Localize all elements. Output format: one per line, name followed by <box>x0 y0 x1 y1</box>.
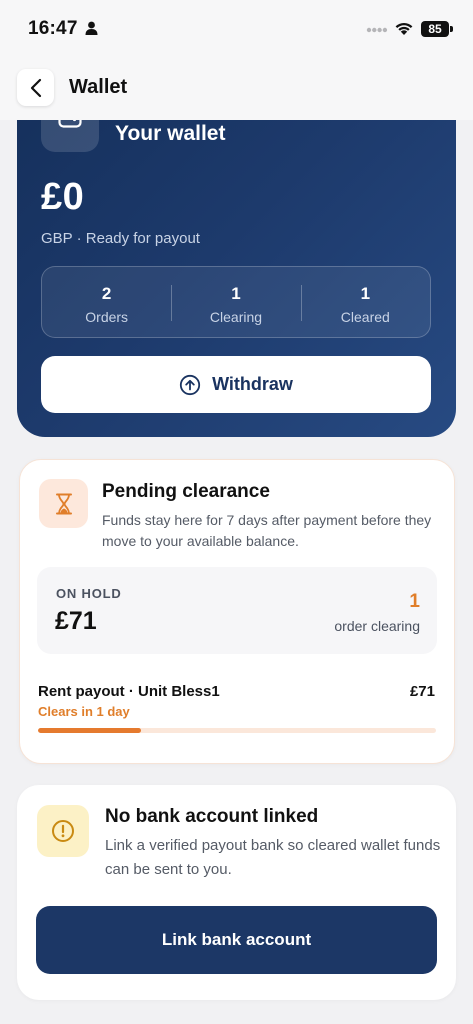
stat-label: Cleared <box>340 309 390 325</box>
wallet-card: Your wallet £0 GBP · Ready for payout 2 … <box>17 100 456 437</box>
wifi-icon <box>395 22 413 35</box>
stat-orders: 2 Orders <box>42 267 171 337</box>
signal-dots-icon <box>366 27 388 33</box>
warning-circle-icon <box>37 805 89 857</box>
payout-progress-fill <box>38 728 142 733</box>
payout-name: Rent payout · Unit Bless1 <box>38 683 220 700</box>
wallet-balance-subtitle: GBP · Ready for payout <box>41 230 200 247</box>
stat-label: Orders <box>85 309 129 325</box>
orders-clearing-count: 1 <box>409 591 420 612</box>
status-time: 16:47 <box>28 18 78 39</box>
payout-clears: Clears in 1 day <box>38 704 130 719</box>
back-button[interactable] <box>17 69 54 106</box>
person-icon <box>85 21 98 35</box>
battery-icon: 85 <box>421 21 449 37</box>
pending-title: Pending clearance <box>102 481 270 502</box>
payout-progress-track <box>38 728 436 733</box>
stat-cleared: 1 Cleared <box>300 267 430 337</box>
withdraw-button[interactable]: Withdraw <box>41 356 431 413</box>
chevron-left-icon <box>30 78 41 97</box>
page-title: Wallet <box>69 76 128 98</box>
bank-account-card: No bank account linked Link a verified p… <box>17 785 456 1000</box>
stat-clearing: 1 Clearing <box>171 267 300 337</box>
bank-title: No bank account linked <box>105 806 319 827</box>
status-bar: 16:47 85 <box>0 0 473 58</box>
header: Wallet <box>0 58 473 120</box>
hourglass-icon <box>39 479 88 528</box>
withdraw-label: Withdraw <box>212 374 293 394</box>
on-hold-amount: £71 <box>55 607 97 635</box>
battery-nub <box>450 26 453 32</box>
orders-clearing-label: order clearing <box>334 618 420 634</box>
stat-value: 1 <box>231 284 241 303</box>
arrow-up-circle-icon <box>179 374 201 395</box>
pending-clearance-card: Pending clearance Funds stay here for 7 … <box>19 459 455 764</box>
bank-description: Link a verified payout bank so cleared w… <box>105 837 441 878</box>
link-bank-account-button[interactable]: Link bank account <box>36 906 437 974</box>
wallet-title: Your wallet <box>115 122 226 145</box>
pending-description: Funds stay here for 7 days after payment… <box>102 512 432 549</box>
stat-label: Clearing <box>209 309 263 325</box>
wallet-balance: £0 <box>41 176 85 218</box>
stat-value: 2 <box>101 284 112 303</box>
stat-value: 1 <box>360 284 371 303</box>
on-hold-box: ON HOLD £71 1 order clearing <box>37 567 437 654</box>
wallet-stats: 2 Orders 1 Clearing 1 Cleared <box>41 266 431 338</box>
payout-amount: £71 <box>409 683 435 700</box>
on-hold-label: ON HOLD <box>56 586 122 601</box>
